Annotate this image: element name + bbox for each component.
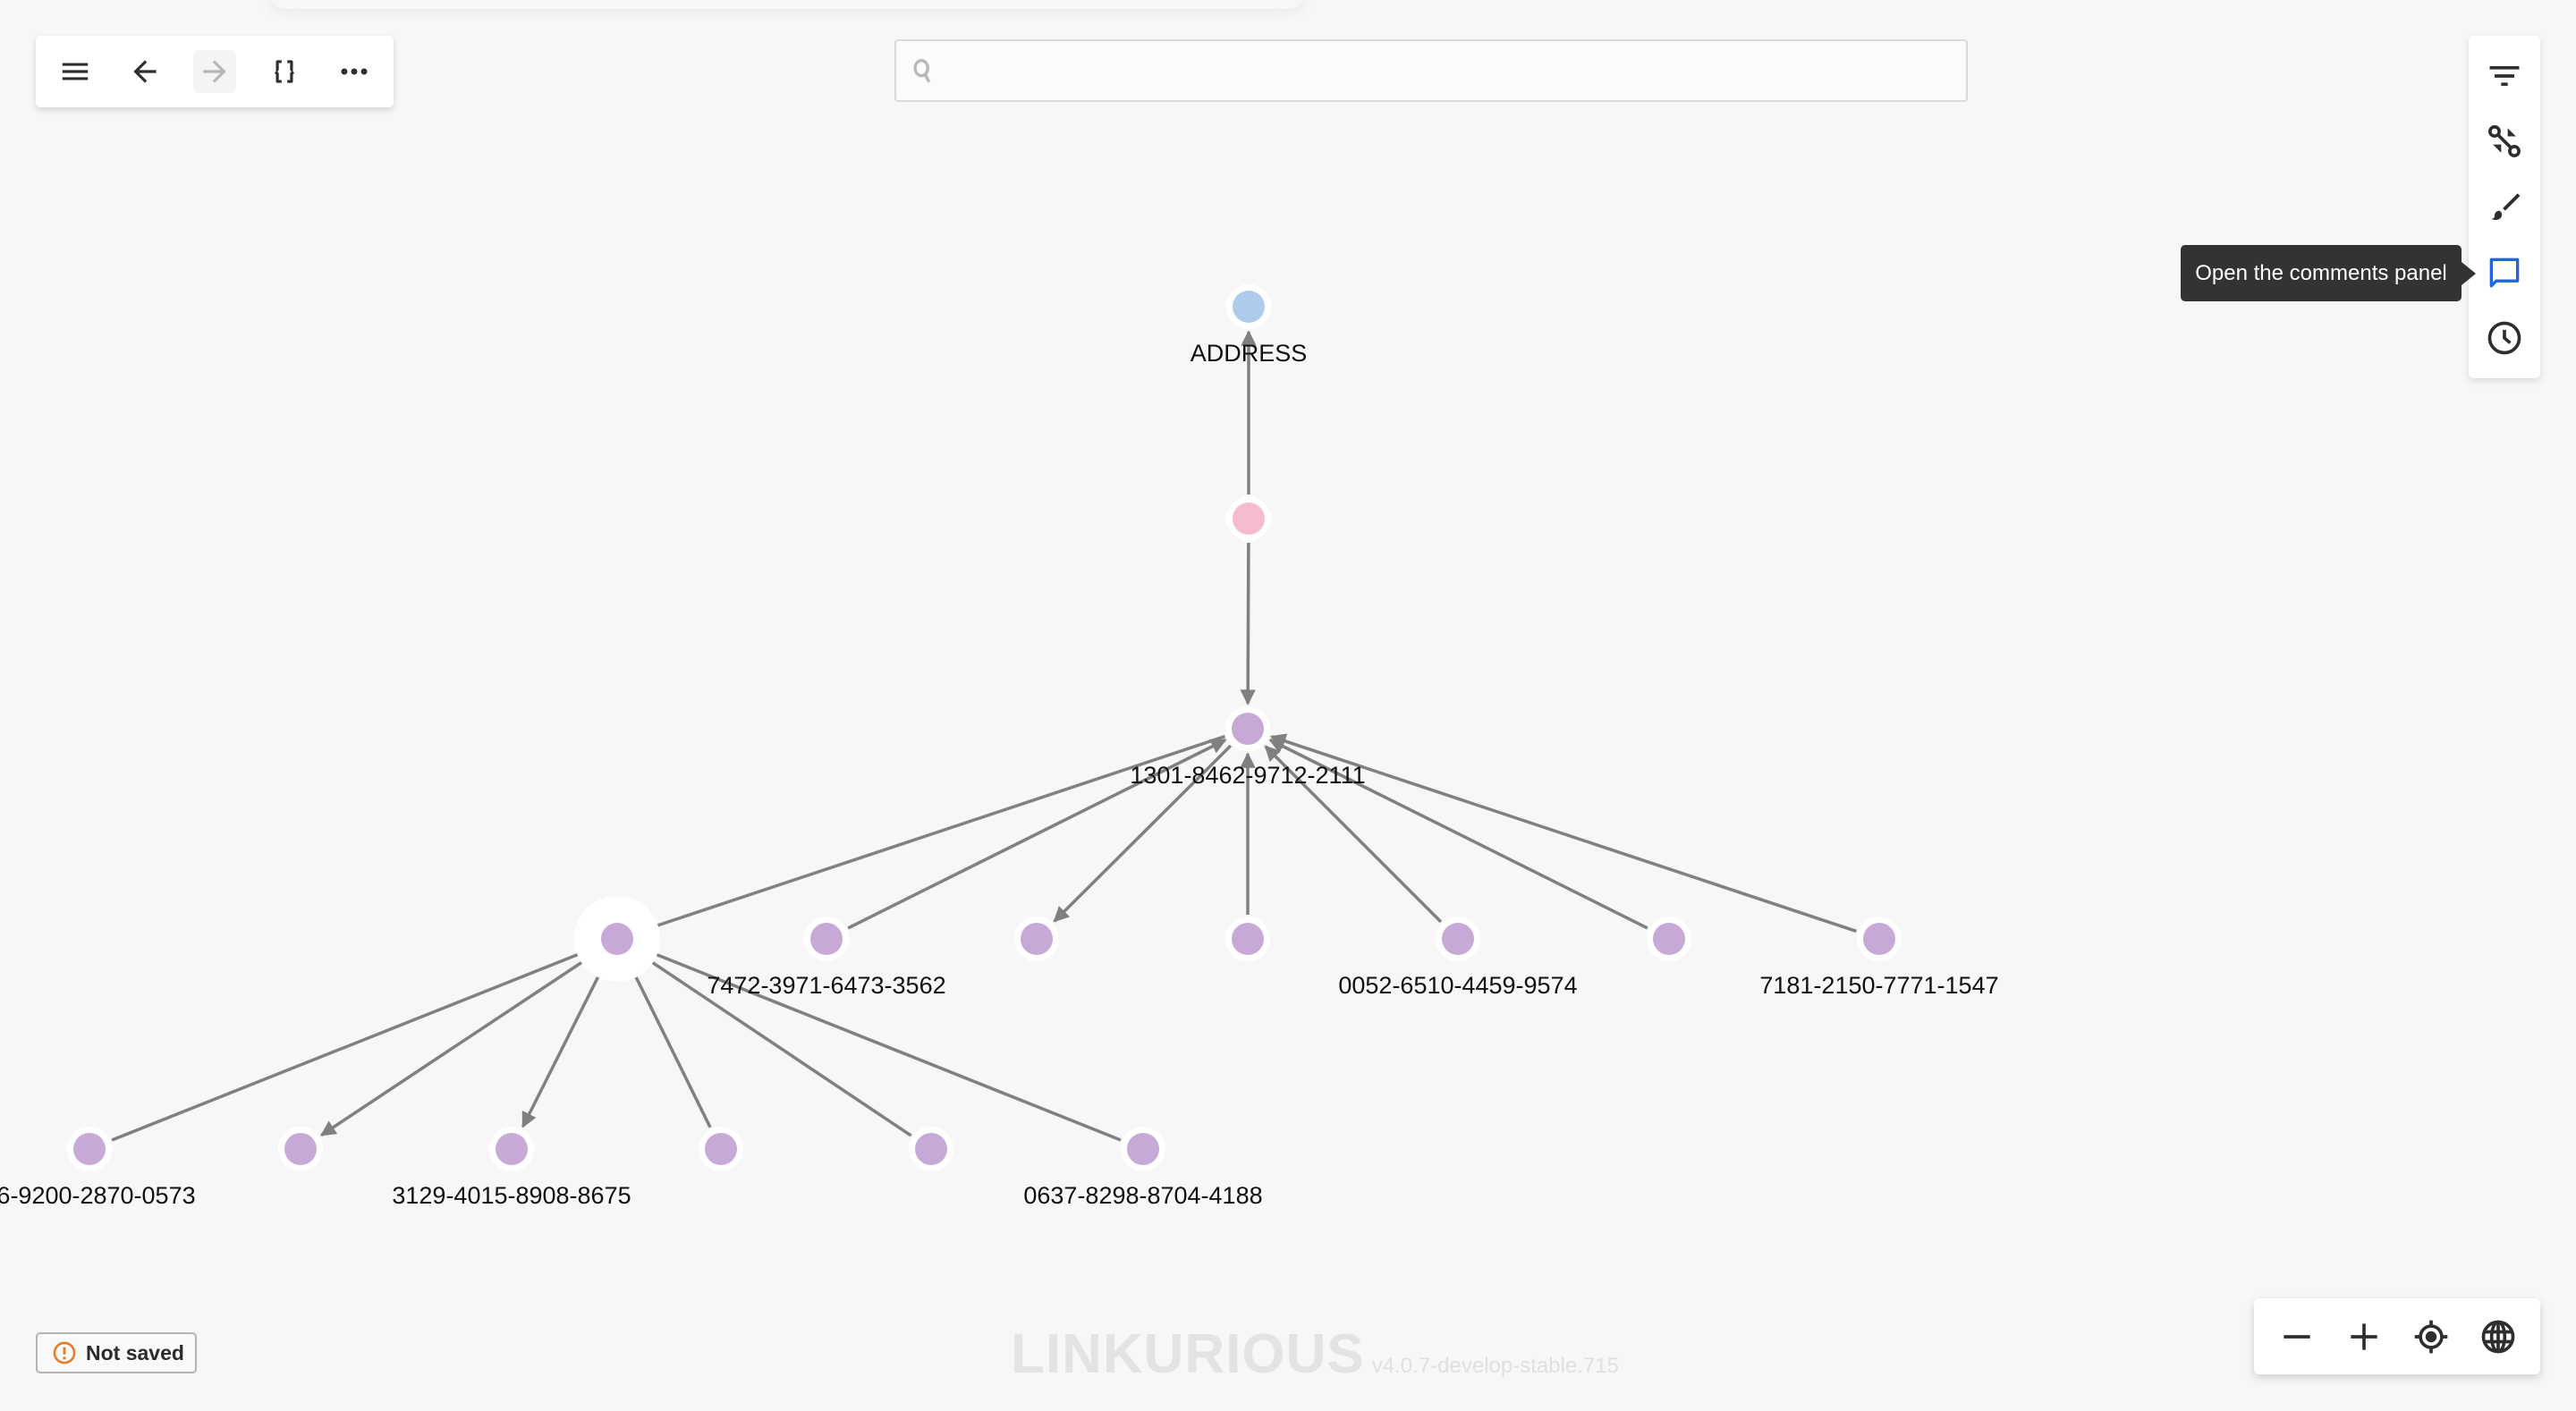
comments-tooltip: Open the comments panel — [2181, 245, 2462, 301]
edge-c1-to-d3[interactable] — [521, 959, 608, 1128]
zoom-in-button[interactable] — [2339, 1312, 2389, 1362]
linkurious-logo: LINKURIOUS v4.0.7-develop-stable.715 — [1011, 1323, 1619, 1385]
edge-person-to-hub[interactable] — [1240, 542, 1256, 706]
graph-node-d1[interactable] — [67, 1127, 112, 1171]
filter-button[interactable] — [2479, 51, 2529, 101]
menu-button[interactable] — [54, 50, 97, 93]
node-circle[interactable] — [1232, 713, 1264, 745]
node-circle[interactable] — [1021, 923, 1053, 955]
right-tools-panel — [2469, 36, 2540, 378]
node-circle[interactable] — [705, 1133, 737, 1165]
search-bar — [894, 39, 1968, 102]
node-label-c5: 0052-6510-4459-9574 — [1338, 972, 1577, 999]
zoom-out-button[interactable] — [2272, 1312, 2322, 1362]
node-circle[interactable] — [1232, 923, 1264, 955]
graph-node-d4[interactable] — [699, 1127, 743, 1171]
brand-name: LINKURIOUS — [1011, 1323, 1365, 1385]
more-horizontal-icon — [341, 68, 368, 75]
plus-icon — [2350, 1322, 2377, 1350]
labels-layer: ADDRESS 1301-8462-9712-2111 7472-3971-6473… — [0, 340, 1999, 1209]
node-circle[interactable] — [601, 923, 633, 955]
node-circle[interactable] — [1442, 923, 1474, 955]
node-label-address: ADDRESS — [1191, 340, 1308, 367]
graph-node-c5[interactable] — [1436, 917, 1480, 961]
hamburger-menu-icon — [62, 63, 89, 80]
globe-icon — [2481, 1320, 2514, 1353]
locate-button[interactable] — [2406, 1312, 2456, 1362]
minus-icon — [2283, 1334, 2310, 1339]
graph-node-c7[interactable] — [1857, 917, 1902, 961]
arrow-right-icon — [203, 60, 226, 83]
graph-node-d6[interactable] — [1121, 1127, 1165, 1171]
search-icon — [913, 58, 931, 83]
timeline-button[interactable] — [2479, 313, 2529, 363]
node-circle[interactable] — [1127, 1133, 1159, 1165]
node-label-d3: 3129-4015-8908-8675 — [392, 1182, 631, 1209]
node-label-c2: 7472-3971-6473-3562 — [707, 972, 945, 999]
node-circle[interactable] — [73, 1133, 106, 1165]
version-label: v4.0.7-develop-stable.715 — [1371, 1354, 1619, 1378]
comments-button[interactable] — [2479, 248, 2529, 298]
zoom-controls — [2254, 1298, 2540, 1374]
node-circle[interactable] — [1233, 503, 1265, 535]
filter-icon — [2489, 65, 2520, 86]
graph-node-c3[interactable] — [1014, 917, 1059, 961]
comment-icon — [2489, 258, 2520, 288]
more-button[interactable] — [333, 50, 376, 93]
graph-canvas[interactable]: ADDRESS 1301-8462-9712-2111 7472-3971-6473… — [0, 0, 2576, 1411]
graph-node-d2[interactable] — [278, 1127, 323, 1171]
forward-button[interactable] — [193, 50, 236, 93]
design-button[interactable] — [2479, 182, 2529, 232]
node-circle[interactable] — [1653, 923, 1685, 955]
clock-icon — [2487, 321, 2521, 355]
node-label-c7: 7181-2150-7771-1547 — [1759, 972, 1998, 999]
graph-node-c4[interactable] — [1225, 917, 1270, 961]
graph-node-person[interactable] — [1226, 496, 1271, 541]
node-circle[interactable] — [284, 1133, 317, 1165]
edges-layer — [111, 330, 1857, 1142]
graph-node-hub[interactable] — [1225, 706, 1270, 751]
crosshair-icon — [2414, 1320, 2447, 1353]
graph-node-c2[interactable] — [804, 917, 849, 961]
graph-toolbar — [36, 36, 394, 107]
paintbrush-icon — [2491, 193, 2521, 221]
save-status-text: Not saved — [86, 1340, 184, 1365]
node-circle[interactable] — [1863, 923, 1895, 955]
node-label-d6: 0637-8298-8704-4188 — [1023, 1182, 1262, 1209]
edge-c1-to-d2[interactable] — [319, 951, 598, 1136]
node-circle[interactable] — [915, 1133, 947, 1165]
node-circle[interactable] — [810, 923, 843, 955]
node-label-d1: 26-9200-2870-0573 — [0, 1182, 196, 1209]
node-label-hub: 1301-8462-9712-2111 — [1130, 762, 1365, 789]
search-input[interactable] — [937, 40, 1966, 101]
warning-icon — [53, 1341, 76, 1365]
edge-grouping-icon — [2488, 125, 2521, 158]
node-circle[interactable] — [496, 1133, 528, 1165]
graph-node-d5[interactable] — [909, 1127, 953, 1171]
node-circle[interactable] — [1233, 291, 1265, 323]
geo-mode-button[interactable] — [2473, 1312, 2523, 1362]
nodes-layer — [67, 284, 1902, 1171]
graph-node-c6[interactable] — [1647, 917, 1691, 961]
graph-node-d3[interactable] — [489, 1127, 534, 1171]
arrow-left-icon — [133, 60, 157, 83]
query-button[interactable] — [263, 50, 306, 93]
graph-node-c1[interactable] — [574, 896, 660, 982]
graph-node-address[interactable] — [1226, 284, 1271, 329]
edge-d4-to-c1[interactable] — [626, 959, 712, 1128]
curly-braces-icon — [274, 60, 295, 83]
edge-d1-to-c1[interactable] — [111, 946, 596, 1142]
save-status-badge[interactable]: Not saved — [36, 1332, 197, 1373]
edge-grouping-button[interactable] — [2479, 116, 2529, 166]
back-button[interactable] — [123, 50, 166, 93]
